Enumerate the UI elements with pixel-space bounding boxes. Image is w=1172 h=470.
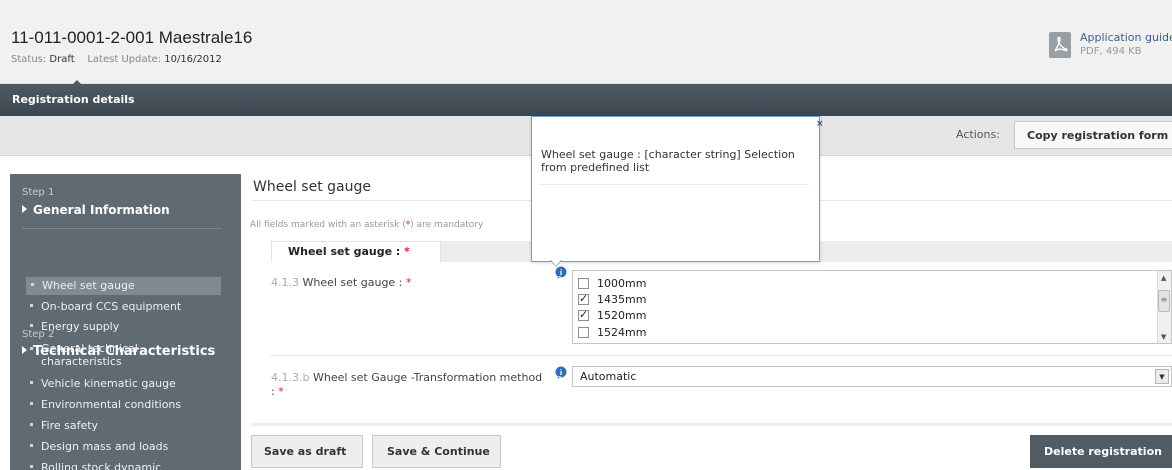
sidebar-item-general-information[interactable]: General Information	[22, 203, 170, 217]
scrollbar-thumb[interactable]: ≡	[1158, 290, 1170, 312]
field-number: 4.1.3.b	[271, 371, 310, 384]
expand-arrow-icon	[22, 205, 27, 213]
vehicle-code: 11-011-0001-2-001	[11, 28, 155, 47]
page-title: Wheel set gauge	[253, 179, 371, 195]
pdf-icon[interactable]	[1049, 32, 1071, 58]
update-value: 10/16/2012	[164, 54, 222, 65]
option-1000mm[interactable]: 1000mm	[578, 276, 646, 290]
sidebar-item-general-technical[interactable]: General technical characteristics	[30, 342, 190, 368]
section-tab: Wheel set gauge : *	[271, 241, 441, 262]
option-label: 1435mm	[597, 292, 647, 306]
wheel-set-gauge-listbox[interactable]	[572, 270, 1172, 344]
tab-bar	[0, 84, 1172, 116]
tooltip-pointer-fill	[551, 260, 561, 266]
chevron-down-icon[interactable]: ▼	[1155, 369, 1169, 384]
checkbox[interactable]	[578, 308, 589, 321]
status-line: Status: Draft Latest Update: 10/16/2012	[11, 54, 222, 65]
field-number: 4.1.3	[271, 276, 299, 289]
sidebar-item-label: Energy supply	[41, 320, 120, 333]
vehicle-title: 11-011-0001-2-001 Maestrale16	[11, 28, 252, 48]
bullet-icon	[30, 423, 33, 426]
sidebar-item-fire-safety[interactable]: Fire safety	[30, 419, 98, 432]
bullet-icon	[30, 324, 33, 327]
sidebar-item-wheel-set-gauge[interactable]: Wheel set gauge	[26, 277, 221, 295]
sidebar-item-design-mass[interactable]: Design mass and loads	[30, 440, 168, 453]
status-value: Draft	[49, 54, 75, 65]
bullet-icon	[30, 304, 33, 307]
mandatory-note-text: ) are mandatory	[410, 220, 484, 230]
scroll-down-icon[interactable]: ▼	[1161, 333, 1166, 341]
bullet-icon	[30, 465, 33, 468]
sidebar-item-label: Design mass and loads	[41, 440, 169, 453]
copy-registration-form-button[interactable]: Copy registration form	[1014, 121, 1172, 149]
application-guide-link[interactable]: Application guide	[1080, 31, 1172, 44]
tab-registration-details[interactable]: Registration details	[12, 93, 135, 106]
sidebar-item-label: Vehicle kinematic gauge	[41, 377, 176, 390]
mandatory-note: All fields marked with an asterisk (*) a…	[250, 220, 483, 230]
vehicle-name: Maestrale16	[158, 28, 253, 47]
sidebar-item-on-board-ccs[interactable]: On-board CCS equipment	[30, 300, 181, 313]
active-tab-indicator	[72, 80, 82, 85]
option-1520mm[interactable]: 1520mm	[578, 308, 646, 322]
checkbox[interactable]	[578, 326, 589, 338]
option-label: 1524mm	[597, 325, 647, 339]
sidebar-item-rolling-stock-dynamic[interactable]: Rolling stock dynamic	[30, 461, 161, 470]
sidebar-item-environmental-conditions[interactable]: Environmental conditions	[30, 398, 181, 411]
option-label: 1000mm	[597, 276, 647, 290]
field-divider	[270, 355, 1172, 356]
checkbox[interactable]	[578, 277, 589, 289]
application-guide-meta: PDF, 494 KB	[1080, 46, 1142, 57]
tooltip-divider	[539, 184, 809, 185]
info-icon[interactable]: i	[555, 266, 567, 279]
bullet-icon	[30, 381, 33, 384]
close-icon[interactable]: ×	[816, 119, 824, 129]
required-star: *	[404, 245, 410, 258]
transformation-method-label: 4.1.3.b Wheel set Gauge -Transformation …	[271, 371, 542, 384]
option-label: 1520mm	[597, 308, 647, 322]
bullet-icon	[30, 402, 33, 405]
sidebar-item-label: Environmental conditions	[41, 398, 182, 411]
tooltip-text: Wheel set gauge : [character string] Sel…	[541, 148, 795, 174]
required-star: *	[278, 385, 284, 398]
field-label-text: :	[271, 385, 275, 398]
step1-title: General Information	[33, 203, 170, 217]
save-as-draft-button[interactable]: Save as draft	[251, 435, 363, 468]
sidebar-item-label: On-board CCS equipment	[41, 300, 182, 313]
expand-arrow-icon	[22, 346, 27, 354]
bullet-icon	[30, 444, 33, 447]
sidebar-item-label: Fire safety	[41, 419, 99, 432]
sidebar-item-label: Rolling stock dynamic	[41, 461, 162, 470]
actions-label: Actions:	[956, 128, 1000, 141]
sidebar-item-label: Wheel set gauge	[42, 279, 135, 292]
option-1435mm[interactable]: 1435mm	[578, 292, 646, 306]
section-tab-label: Wheel set gauge :	[288, 245, 401, 258]
bottom-divider	[251, 423, 1172, 426]
delete-registration-button[interactable]: Delete registration	[1030, 435, 1172, 468]
mandatory-note-text: All fields marked with an asterisk (	[250, 220, 406, 230]
update-label: Latest Update:	[87, 54, 162, 65]
help-tooltip	[531, 116, 820, 262]
transformation-method-select[interactable]: Automatic	[572, 366, 1172, 387]
pdf-glyph-icon	[1054, 36, 1068, 52]
sidebar-divider	[22, 228, 222, 229]
info-icon[interactable]: i	[555, 366, 567, 379]
required-star: *	[405, 276, 412, 289]
bullet-icon	[30, 347, 33, 350]
scroll-up-icon[interactable]: ▲	[1161, 274, 1166, 282]
save-continue-button[interactable]: Save & Continue	[372, 435, 501, 468]
sidebar-item-label: General technical characteristics	[41, 342, 138, 368]
step1-label: Step 1	[22, 187, 55, 198]
field-label-text: Wheel set Gauge -Transformation method	[312, 371, 543, 384]
wheel-set-gauge-label: 4.1.3 Wheel set gauge : *	[271, 276, 411, 289]
option-1524mm[interactable]: 1524mm	[578, 325, 646, 339]
transformation-method-label-cont: : *	[271, 385, 284, 398]
field-label-text: Wheel set gauge :	[302, 276, 403, 289]
checkbox[interactable]	[578, 292, 589, 305]
sidebar-item-kinematic-gauge[interactable]: Vehicle kinematic gauge	[30, 377, 176, 390]
bullet-icon	[31, 283, 34, 286]
status-label: Status:	[11, 54, 47, 65]
sidebar-item-energy-supply[interactable]: Energy supply	[30, 320, 119, 333]
